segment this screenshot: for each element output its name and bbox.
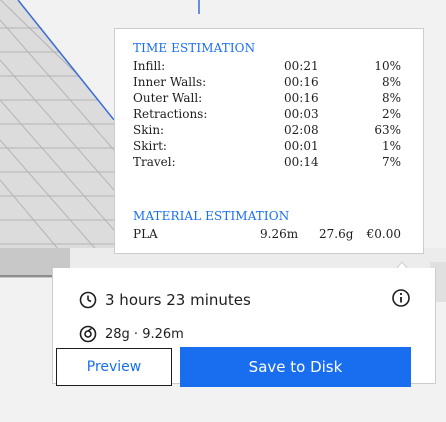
print-time-line: 3 hours 23 minutes (79, 290, 251, 310)
row-time: 00:01 (284, 139, 319, 153)
cura-viewport: TIME ESTIMATION Infill: 00:21 10% Inner … (0, 0, 446, 422)
row-label: Inner Walls: (133, 75, 207, 89)
print-time-text: 3 hours 23 minutes (105, 291, 251, 309)
row-label: Infill: (133, 59, 166, 73)
row-percent: 8% (381, 75, 401, 89)
clock-icon (79, 291, 97, 309)
row-label: Skirt: (133, 139, 167, 153)
material-row-pla: PLA 9.26m 27.6g €0.00 (133, 227, 409, 243)
material-name: PLA (133, 227, 158, 241)
material-usage-line: 28g · 9.26m (79, 324, 184, 344)
time-estimation-title: TIME ESTIMATION (133, 41, 256, 55)
row-percent: 2% (381, 107, 401, 121)
time-row-inner-walls: Inner Walls: 00:16 8% (133, 75, 409, 91)
row-label: Retractions: (133, 107, 208, 121)
row-time: 00:16 (284, 91, 319, 105)
time-row-skin: Skin: 02:08 63% (133, 123, 409, 139)
material-cost: €0.00 (366, 227, 401, 241)
row-label: Travel: (133, 155, 176, 169)
row-label: Outer Wall: (133, 91, 203, 105)
row-percent: 10% (374, 59, 401, 73)
time-row-infill: Infill: 00:21 10% (133, 59, 409, 75)
time-row-outer-wall: Outer Wall: 00:16 8% (133, 91, 409, 107)
row-time: 00:21 (284, 59, 319, 73)
material-usage-text: 28g · 9.26m (105, 326, 184, 342)
row-time: 00:16 (284, 75, 319, 89)
row-time: 02:08 (284, 123, 319, 137)
row-percent: 7% (381, 155, 401, 169)
save-to-disk-button[interactable]: Save to Disk (180, 347, 411, 387)
material-estimation-title: MATERIAL ESTIMATION (133, 209, 290, 223)
print-estimation-tooltip: TIME ESTIMATION Infill: 00:21 10% Inner … (114, 28, 424, 254)
row-percent: 63% (374, 123, 401, 137)
material-length: 9.26m (260, 227, 299, 241)
time-row-skirt: Skirt: 00:01 1% (133, 139, 409, 155)
row-label: Skin: (133, 123, 165, 137)
info-icon[interactable] (391, 288, 411, 308)
row-percent: 8% (381, 91, 401, 105)
row-time: 00:14 (284, 155, 319, 169)
row-percent: 1% (381, 139, 401, 153)
row-time: 00:03 (284, 107, 319, 121)
time-row-travel: Travel: 00:14 7% (133, 155, 409, 171)
material-weight: 27.6g (319, 227, 354, 241)
spool-icon (79, 325, 97, 343)
time-row-retractions: Retractions: 00:03 2% (133, 107, 409, 123)
preview-button[interactable]: Preview (56, 348, 172, 386)
